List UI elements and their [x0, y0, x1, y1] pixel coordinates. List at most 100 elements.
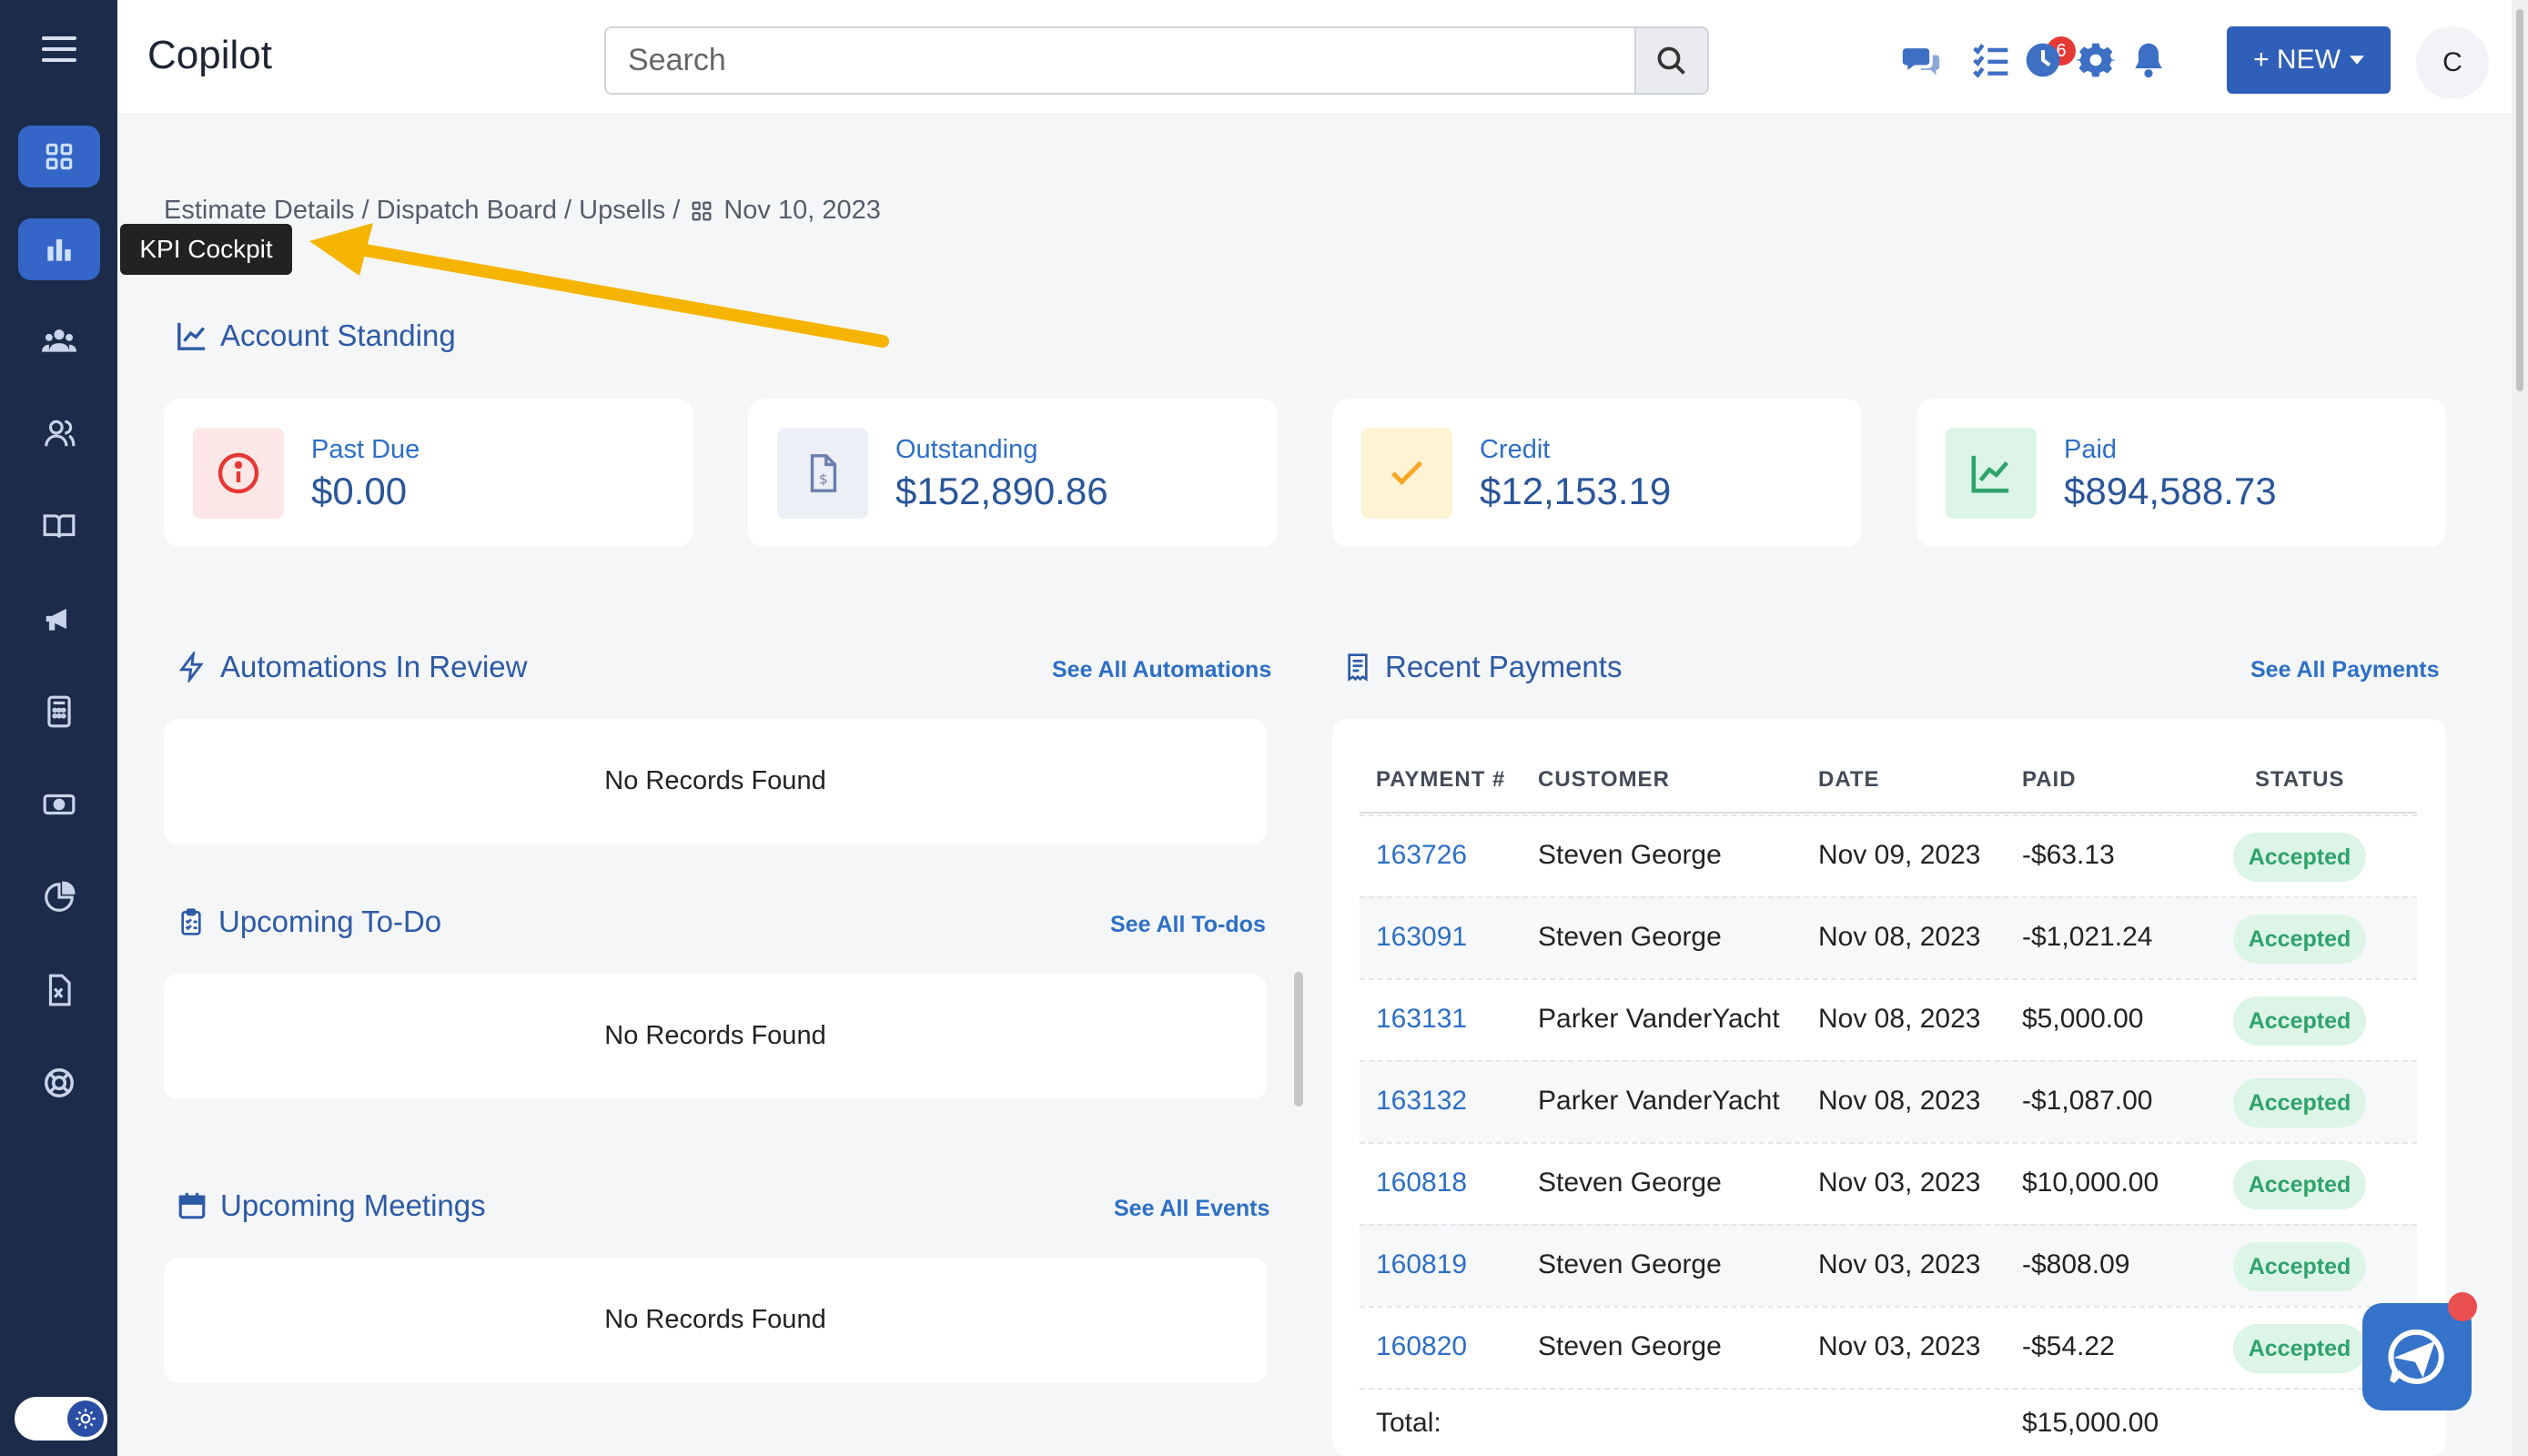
table-row[interactable]: 160820 Steven George Nov 03, 2023 -$54.2…	[1360, 1306, 2417, 1388]
panel-scrollbar[interactable]	[1294, 972, 1303, 1107]
meetings-heading: Upcoming Meetings	[177, 1188, 486, 1223]
payment-date: Nov 08, 2023	[1818, 1004, 1981, 1034]
status-badge: Accepted	[2233, 915, 2366, 964]
sidebar-item-reports[interactable]	[18, 866, 100, 928]
sidebar-item-payments[interactable]	[18, 774, 100, 835]
excel-file-icon	[48, 974, 71, 1006]
payments-title: Recent Payments	[1385, 650, 1623, 683]
search-button[interactable]	[1634, 28, 1707, 93]
table-row[interactable]: 163132 Parker VanderYacht Nov 08, 2023 -…	[1360, 1060, 2417, 1142]
table-header-divider	[1360, 812, 2417, 814]
column-header-status: STATUS	[2255, 767, 2345, 792]
stat-label: Outstanding	[895, 435, 1038, 464]
contacts-icon	[45, 420, 76, 447]
gear-icon[interactable]	[2076, 40, 2116, 80]
see-all-payments-link[interactable]: See All Payments	[2250, 657, 2440, 683]
stat-value: $152,890.86	[895, 470, 1108, 512]
task-list-icon[interactable]	[1971, 40, 2011, 80]
status-badge: Accepted	[2233, 833, 2366, 882]
svg-text:$: $	[819, 471, 828, 488]
sidebar-item-dashboard[interactable]	[18, 126, 100, 187]
pie-chart-icon	[45, 881, 76, 912]
theme-toggle[interactable]	[15, 1397, 107, 1441]
breadcrumb-path[interactable]: Estimate Details / Dispatch Board / Upse…	[164, 196, 680, 226]
check-icon	[1361, 428, 1452, 519]
chat-icon[interactable]	[1901, 40, 1941, 80]
empty-state: No Records Found	[604, 766, 826, 795]
automations-panel: No Records Found	[164, 719, 1267, 844]
bell-icon[interactable]	[2129, 40, 2169, 80]
cash-icon	[43, 794, 76, 815]
kpi-cockpit-tooltip: KPI Cockpit	[120, 224, 292, 275]
payment-id-link[interactable]: 163726	[1376, 840, 1467, 871]
stat-label: Past Due	[311, 435, 420, 464]
stat-card-paid[interactable]: Paid $894,588.73	[1916, 399, 2446, 547]
menu-icon[interactable]	[42, 36, 76, 66]
payment-id-link[interactable]: 163132	[1376, 1086, 1467, 1117]
table-row[interactable]: 163726 Steven George Nov 09, 2023 -$63.1…	[1360, 814, 2417, 896]
column-header-paid: PAID	[2022, 767, 2077, 792]
page-scrollbar[interactable]	[2512, 0, 2528, 1456]
table-row[interactable]: 163131 Parker VanderYacht Nov 08, 2023 $…	[1360, 978, 2417, 1060]
sun-icon	[67, 1400, 104, 1437]
grid-icon	[692, 201, 712, 220]
account-standing-heading: Account Standing	[177, 318, 456, 353]
payment-amount: -$808.09	[2022, 1249, 2130, 1279]
stat-card-past-due[interactable]: Past Due $0.00	[164, 399, 693, 547]
see-all-events-link[interactable]: See All Events	[1114, 1196, 1269, 1222]
payment-amount: -$54.22	[2022, 1331, 2115, 1361]
clock-icon[interactable]	[2023, 40, 2063, 80]
payment-date: Nov 03, 2023	[1818, 1249, 1981, 1279]
table-row[interactable]: 160818 Steven George Nov 03, 2023 $10,00…	[1360, 1142, 2417, 1224]
status-badge: Accepted	[2233, 1242, 2366, 1291]
customer-name: Steven George	[1538, 1249, 1722, 1279]
info-icon	[193, 428, 284, 519]
receipt-icon	[1348, 653, 1368, 682]
sidebar-item-knowledge[interactable]	[18, 495, 100, 557]
stat-label: Credit	[1480, 435, 1551, 464]
megaphone-icon	[46, 608, 66, 631]
avatar[interactable]: C	[2416, 26, 2489, 99]
payment-id-link[interactable]: 160818	[1376, 1168, 1467, 1198]
customer-name: Steven George	[1538, 1168, 1722, 1198]
new-button[interactable]: + NEW	[2227, 26, 2391, 94]
search-input[interactable]	[606, 28, 1643, 93]
sidebar-item-contacts[interactable]	[18, 402, 100, 464]
table-row[interactable]: 163091 Steven George Nov 08, 2023 -$1,02…	[1360, 896, 2417, 978]
table-row[interactable]: 160819 Steven George Nov 03, 2023 -$808.…	[1360, 1224, 2417, 1306]
trend-up-icon	[1946, 428, 2037, 519]
bar-chart-icon	[47, 238, 71, 261]
payment-id-link[interactable]: 163131	[1376, 1004, 1467, 1035]
customer-name: Parker VanderYacht	[1538, 1004, 1780, 1034]
sidebar-item-exports[interactable]	[18, 959, 100, 1021]
todos-heading: Upcoming To-Do	[177, 905, 441, 939]
total-value: $15,000.00	[2022, 1408, 2159, 1438]
sidebar-item-kpi-cockpit[interactable]	[18, 218, 100, 280]
automations-title: Automations In Review	[220, 650, 528, 683]
lightning-icon	[178, 652, 204, 682]
stat-card-credit[interactable]: Credit $12,153.19	[1332, 399, 1862, 547]
payment-id-link[interactable]: 160820	[1376, 1331, 1467, 1362]
line-chart-icon	[177, 322, 206, 350]
status-badge: Accepted	[2233, 1324, 2366, 1373]
meetings-panel: No Records Found	[164, 1258, 1267, 1383]
stat-card-outstanding[interactable]: $ Outstanding $152,890.86	[748, 399, 1278, 547]
sidebar-item-marketing[interactable]	[18, 588, 100, 650]
sidebar-item-team[interactable]	[18, 309, 100, 371]
sidebar-item-estimates[interactable]	[18, 681, 100, 743]
payment-id-link[interactable]: 160819	[1376, 1249, 1467, 1280]
payment-id-link[interactable]: 163091	[1376, 922, 1467, 953]
account-standing-title: Account Standing	[220, 318, 456, 352]
calendar-icon	[178, 1192, 206, 1219]
payments-heading: Recent Payments	[1343, 650, 1622, 684]
see-all-automations-link[interactable]: See All Automations	[1052, 657, 1271, 683]
stat-value: $894,588.73	[2064, 470, 2277, 512]
status-badge: Accepted	[2233, 996, 2366, 1046]
payment-date: Nov 03, 2023	[1818, 1331, 1981, 1361]
see-all-todos-link[interactable]: See All To-dos	[1110, 912, 1266, 938]
clipboard-icon	[181, 908, 201, 935]
todos-panel: No Records Found	[164, 974, 1267, 1099]
payment-amount: -$63.13	[2022, 840, 2115, 870]
sidebar-item-support[interactable]	[18, 1052, 100, 1114]
send-chat-icon	[2388, 1329, 2444, 1384]
